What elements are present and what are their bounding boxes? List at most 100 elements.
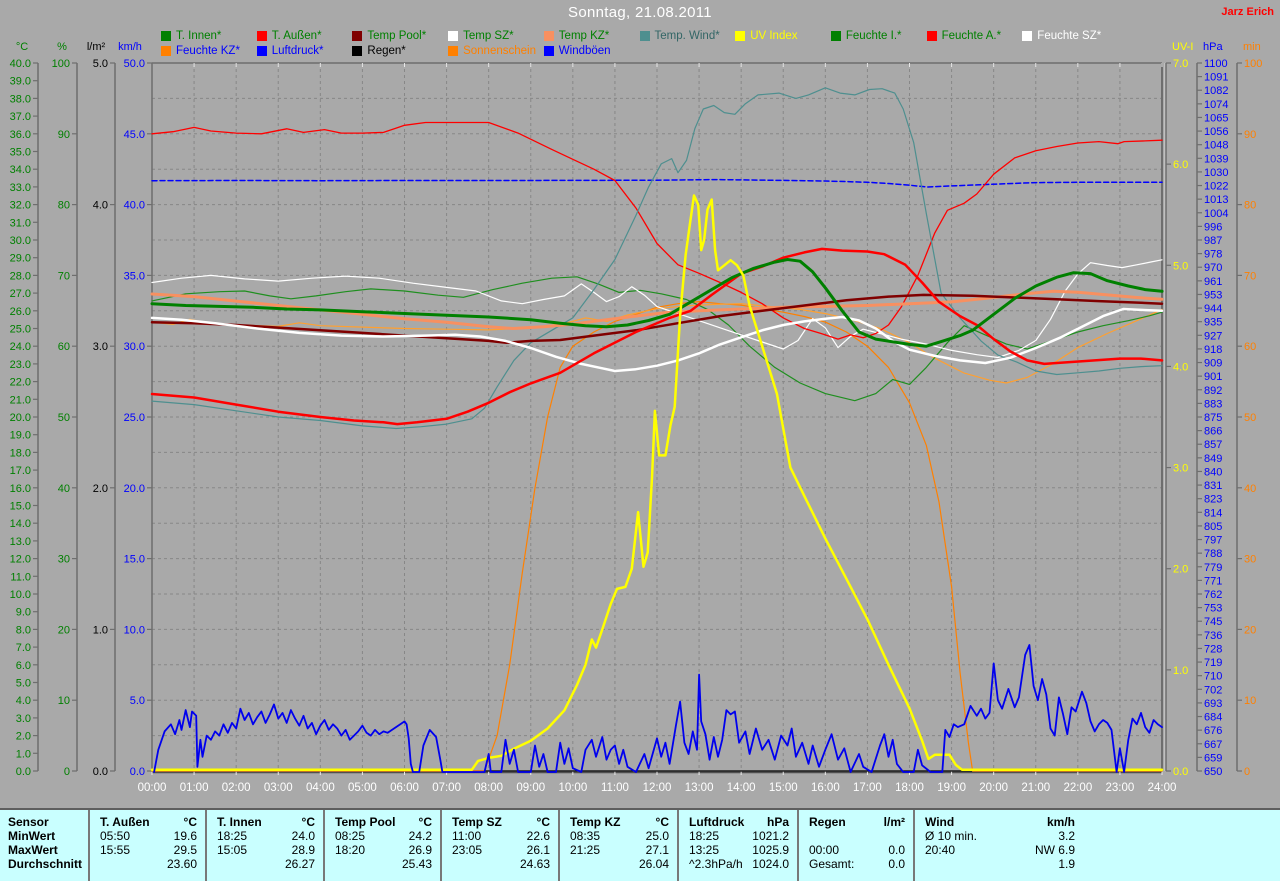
table-cell-value: km/h bbox=[1046, 815, 1075, 829]
axis-tick-label: 15.0 bbox=[124, 554, 145, 566]
axis-tick-label: 20:00 bbox=[979, 782, 1008, 794]
axis-tick-label: 1.0 bbox=[1173, 665, 1188, 677]
table-cell-value: 23.60 bbox=[166, 857, 197, 871]
axis-tick-label: 6.0 bbox=[1173, 159, 1188, 171]
axis-tick-label: 3.0 bbox=[1173, 463, 1188, 475]
table-cell-value: 24.0 bbox=[291, 829, 315, 843]
axis-tick-label: 35.0 bbox=[10, 147, 31, 159]
axis-tick-label: 29.0 bbox=[10, 253, 31, 265]
table-cell-value: 26.04 bbox=[638, 857, 669, 871]
axis-tick-label: 659 bbox=[1204, 752, 1222, 764]
axis-tick-label: 710 bbox=[1204, 671, 1222, 683]
axis-tick-label: 1065 bbox=[1204, 112, 1228, 124]
table-cell-label: 00:00 bbox=[809, 843, 840, 857]
axis-tick-label: 04:00 bbox=[306, 782, 335, 794]
axis-tick-label: 10 bbox=[58, 695, 70, 707]
axis-tick-label: 866 bbox=[1204, 426, 1222, 438]
axis-tick-label: 875 bbox=[1204, 412, 1222, 424]
table-cell-label: 20:40 bbox=[925, 843, 956, 857]
axis-tick-label: 16:00 bbox=[811, 782, 840, 794]
axis-tick-label: 978 bbox=[1204, 249, 1222, 261]
axis-tick-label: 16.0 bbox=[10, 483, 31, 495]
axis-tick-label: 39.0 bbox=[10, 76, 31, 88]
table-column-header: Temp Pool °C bbox=[325, 815, 440, 829]
axis-tick-label: 5.0 bbox=[130, 695, 145, 707]
axis-tick-label: 3.0 bbox=[93, 341, 108, 353]
table-cell-value: 26.1 bbox=[526, 843, 550, 857]
axis-tick-label: 100 bbox=[52, 58, 70, 70]
axis-tick-label: 40 bbox=[1244, 483, 1256, 495]
axis-tick-label: 12:00 bbox=[643, 782, 672, 794]
axis-tick-label: 37.0 bbox=[10, 111, 31, 123]
table-cell-label: T. Innen bbox=[217, 815, 262, 829]
axis-tick-label: % bbox=[57, 41, 67, 53]
axis-tick-label: 35.0 bbox=[124, 270, 145, 282]
axis-tick-label: 17:00 bbox=[853, 782, 882, 794]
table-cell-label: Ø 10 min. bbox=[925, 829, 978, 843]
chart-region: Sonntag, 21.08.2011 Jarz Erich T. Innen*… bbox=[0, 0, 1280, 808]
axis-tick-label: 26.0 bbox=[10, 306, 31, 318]
axis-tick-label: 70 bbox=[58, 270, 70, 282]
axis-tick-label: 33.0 bbox=[10, 182, 31, 194]
axis-tick-label: 32.0 bbox=[10, 200, 31, 212]
axis-tick-label: 996 bbox=[1204, 221, 1222, 233]
axis-tick-label: 06:00 bbox=[390, 782, 419, 794]
axis-tick-label: 09:00 bbox=[516, 782, 545, 794]
axis-tick-label: 30.0 bbox=[10, 235, 31, 247]
axis-tick-label: 5.0 bbox=[1173, 260, 1188, 272]
axis-tick-label: 2.0 bbox=[93, 483, 108, 495]
table-cell-value: hPa bbox=[766, 815, 789, 829]
axis-tick-label: 11:00 bbox=[601, 782, 629, 794]
axis-rain: l/m² 5.0 4.0 3.0 2.0 1.0 0.0 bbox=[87, 41, 116, 778]
table-cell-label: 08:35 bbox=[570, 829, 601, 843]
table-cell-label: Regen bbox=[809, 815, 846, 829]
table-column-header: Wind km/h bbox=[915, 815, 1083, 829]
axis-tick-label: 650 bbox=[1204, 766, 1222, 778]
axis-tick-label: 100 bbox=[1244, 58, 1262, 70]
axis-tick-label: 17.0 bbox=[10, 465, 31, 477]
plot-area[interactable] bbox=[152, 63, 1162, 771]
axis-tick-label: 719 bbox=[1204, 657, 1222, 669]
table-cell-label: 15:55 bbox=[100, 843, 131, 857]
table-cell-label: 13:25 bbox=[689, 843, 720, 857]
axis-tick-label: 12.0 bbox=[10, 554, 31, 566]
table-column-luftdruck: Luftdruck hPa 18:25 1021.2 13:25 1025.9 ^2.3hP… bbox=[677, 810, 797, 881]
axis-tick-label: 8.0 bbox=[16, 624, 31, 636]
axis-tick-label: 0.0 bbox=[1173, 766, 1188, 778]
axis-tick-label: 9.0 bbox=[16, 607, 31, 619]
table-column-header: Regen l/m² bbox=[799, 815, 913, 829]
axis-windkmh: km/h 50.0 45.0 40.0 35.0 30.0 25.0 20.0 15.0 10.0… bbox=[118, 41, 153, 778]
axis-tick-label: 03:00 bbox=[264, 782, 293, 794]
axis-tick-label: 90 bbox=[58, 129, 70, 141]
axis-tick-label: 30.0 bbox=[124, 341, 145, 353]
table-row-label: MinWert bbox=[8, 829, 56, 843]
table-row-label: Sensor bbox=[8, 815, 49, 829]
table-cell-value: 24.2 bbox=[408, 829, 432, 843]
axis-tick-label: 805 bbox=[1204, 521, 1222, 533]
axis-tick-label: 1030 bbox=[1204, 167, 1228, 179]
table-column-t-innen: T. Innen °C 18:25 24.0 15:05 28.9 26.27 bbox=[205, 810, 323, 881]
axis-tick-label: 762 bbox=[1204, 589, 1222, 601]
axis-tick-label: 18.0 bbox=[10, 447, 31, 459]
table-column-t-au-en: T. Außen °C 05:50 19.6 15:55 29.5 23.60 bbox=[88, 810, 205, 881]
axis-tick-label: 684 bbox=[1204, 712, 1222, 724]
table-cell-value: 1021.2 bbox=[752, 829, 789, 843]
table-cell-label: 21:25 bbox=[570, 843, 601, 857]
axis-tick-label: 953 bbox=[1204, 289, 1222, 301]
axis-tick-label: 38.0 bbox=[10, 93, 31, 105]
axis-tick-label: 5.0 bbox=[16, 678, 31, 690]
axis-tick-label: 20.0 bbox=[10, 412, 31, 424]
axis-uvindex: UV-I 7.0 6.0 5.0 4.0 3.0 2.0 1.0 0.0 bbox=[1165, 41, 1193, 778]
axis-tick-label: 08:00 bbox=[474, 782, 503, 794]
axis-tick-label: 702 bbox=[1204, 684, 1222, 696]
table-cell-value: NW 6.9 bbox=[1034, 843, 1075, 857]
table-cell-value: 24.63 bbox=[519, 857, 550, 871]
axis-tick-label: 944 bbox=[1204, 303, 1222, 315]
axis-tick-label: 883 bbox=[1204, 398, 1222, 410]
axis-tick-label: 60 bbox=[58, 341, 70, 353]
table-row-label: Durchschnitt bbox=[8, 857, 83, 871]
table-column-wind: Wind km/h Ø 10 min. 3.2 20:40 NW 6.9 1.9 bbox=[913, 810, 1280, 881]
table-cell-value: 26.27 bbox=[284, 857, 315, 871]
axis-tick-label: 2.0 bbox=[16, 731, 31, 743]
axis-tick-label: 3.0 bbox=[16, 713, 31, 725]
